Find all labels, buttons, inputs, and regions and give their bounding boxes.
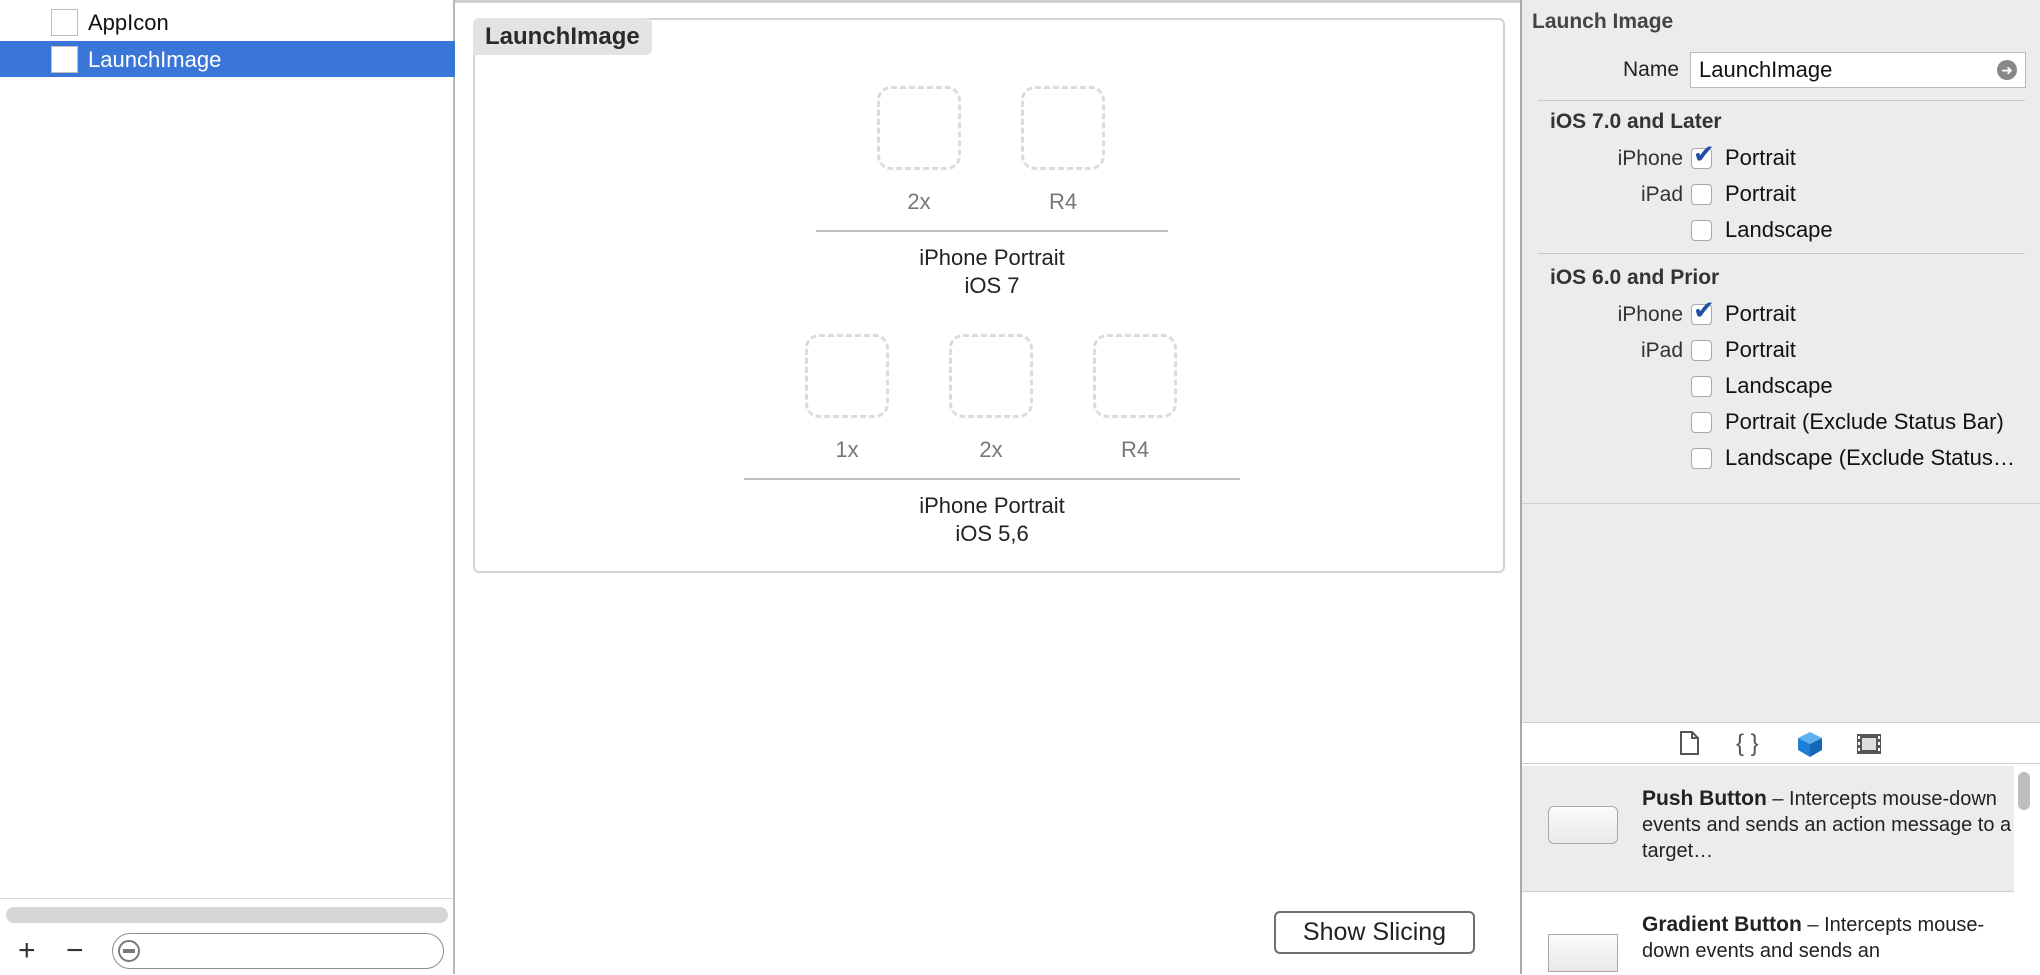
slot-label: 2x [979,437,1003,462]
checkbox-ios6-ipad-portrait[interactable] [1691,340,1712,361]
inspector-section-title: Launch Image [1532,10,1674,33]
group-caption-device: iPhone Portrait [919,245,1065,270]
slot-label: R4 [1048,189,1078,214]
push-button-preview [1548,806,1618,844]
asset-thumbnail [51,46,78,73]
asset-row-launchimage[interactable]: LaunchImage [0,41,455,77]
library-item-name: Gradient Button [1642,913,1802,936]
add-asset-button[interactable]: + [18,936,36,966]
section-title-ios7: iOS 7.0 and Later [1550,110,1722,133]
section-divider [1538,253,2025,254]
checkbox-ios6-iphone-portrait[interactable] [1691,297,1715,325]
gradient-button-preview [1548,934,1618,972]
group-caption: iPhone Portrait iOS 5,6 [744,492,1240,548]
checkbox-ios7-iphone-portrait[interactable] [1691,141,1715,169]
code-snippet-icon[interactable]: { } [1736,730,1759,758]
image-slot-2x[interactable] [877,86,961,170]
slot-label: R4 [1120,437,1150,462]
asset-navigator [0,0,455,974]
navigator-horizontal-scrollbar[interactable] [6,907,448,923]
go-to-arrow-icon[interactable]: ➜ [1997,60,2017,80]
device-label: iPhone [1617,147,1683,170]
object-library-icon[interactable] [1796,730,1824,758]
remove-asset-button[interactable]: − [66,936,84,966]
library-item-name: Push Button [1642,787,1767,810]
filter-icon [118,940,140,962]
library-tab-bar [1522,722,2040,764]
name-label: Name [1623,58,1680,81]
option-label: Portrait [1725,301,1796,326]
media-library-icon[interactable] [1856,732,1882,756]
group-caption-os: iOS 5,6 [955,521,1029,546]
library-item-gradient-button[interactable]: Gradient Button – Intercepts mouse-down … [1522,891,2014,975]
asset-label: LaunchImage [88,47,222,72]
image-slot-2x[interactable] [949,334,1033,418]
show-slicing-button[interactable]: Show Slicing [1274,911,1475,954]
group-divider [744,478,1240,480]
slot-label: 1x [835,437,859,462]
section-divider [1538,100,2025,101]
filter-input[interactable] [112,933,444,969]
library-item-text: Gradient Button – Intercepts mouse-down … [1642,912,2014,964]
image-slot-1x[interactable] [805,334,889,418]
slot-label: 2x [907,189,931,214]
editor-top-border [455,0,1520,3]
asset-thumbnail [51,9,78,36]
device-label: iPhone [1617,303,1683,326]
library-item-text: Push Button – Intercepts mouse-down even… [1642,786,2014,864]
checkbox-ios7-ipad-landscape[interactable] [1691,220,1712,241]
image-slot-r4[interactable] [1021,86,1105,170]
file-template-icon[interactable] [1677,730,1701,756]
checkbox-ios7-ipad-portrait[interactable] [1691,184,1712,205]
asset-label: AppIcon [88,10,169,35]
navigator-footer-divider [0,898,453,899]
option-label: Portrait (Exclude Status Bar) [1725,409,2004,434]
device-label: iPad [1640,183,1683,206]
library-item-push-button[interactable]: Push Button – Intercepts mouse-down even… [1522,766,2014,891]
group-divider [816,230,1168,232]
device-label: iPad [1640,339,1683,362]
asset-row-appicon[interactable]: AppIcon [0,4,455,40]
option-label: Landscape [1725,373,1833,398]
group-caption: iPhone Portrait iOS 7 [816,244,1168,300]
checkbox-ios6-landscape-exclude-status-bar[interactable] [1691,448,1712,469]
group-caption-device: iPhone Portrait [919,493,1065,518]
image-set-title: LaunchImage [473,18,652,55]
inspector-divider [1522,503,2040,504]
option-label: Portrait [1725,181,1796,206]
option-label: Portrait [1725,337,1796,362]
section-title-ios6: iOS 6.0 and Prior [1550,266,1720,289]
option-label: Landscape (Exclude Status… [1725,445,2015,470]
option-label: Portrait [1725,145,1796,170]
library-scrollbar[interactable] [2018,772,2030,810]
checkbox-ios6-ipad-landscape[interactable] [1691,376,1712,397]
group-caption-os: iOS 7 [964,273,1020,298]
name-field-value: LaunchImage [1699,57,1833,82]
checkbox-ios6-portrait-exclude-status-bar[interactable] [1691,412,1712,433]
option-label: Landscape [1725,217,1833,242]
image-slot-r4[interactable] [1093,334,1177,418]
